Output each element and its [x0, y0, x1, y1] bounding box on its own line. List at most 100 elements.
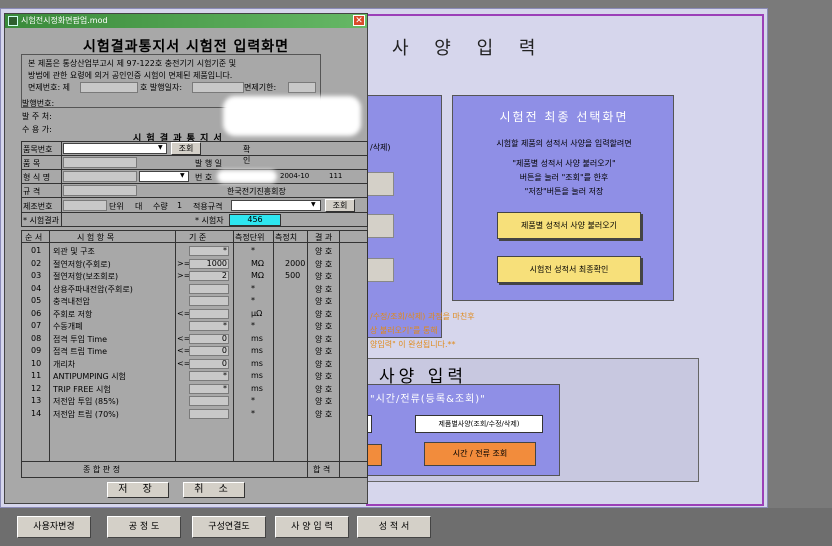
total-result: 합 격: [313, 465, 331, 474]
row-result: 양 호: [315, 284, 333, 294]
cancel-button[interactable]: 취 소: [183, 482, 245, 498]
mfg-no-field[interactable]: [63, 200, 107, 211]
row-item: ANTIPUMPING 시험: [53, 372, 126, 381]
chevron-down-icon[interactable]: ▼: [180, 172, 185, 179]
grid-line: [21, 169, 368, 170]
product-lookup-button[interactable]: 조회: [171, 142, 201, 155]
table-col-line: [339, 230, 340, 478]
stub-orange-button[interactable]: [366, 444, 382, 466]
row-std-field[interactable]: [189, 296, 229, 306]
issue-date-label: 발 행 일: [195, 159, 223, 168]
page-title: 사 양 입 력: [392, 38, 546, 59]
row-result: 양 호: [315, 272, 333, 281]
modify-button[interactable]: [366, 214, 394, 238]
tester-label: * 시험자: [195, 216, 224, 225]
row-std: 0: [221, 358, 227, 368]
row-item: 저전압 투입 (85%): [53, 397, 119, 406]
row-result: 양 호: [315, 297, 333, 306]
row-std: *: [223, 371, 227, 380]
table-col-line: [175, 230, 176, 461]
exempt-no-label: 면제번호: 제: [28, 83, 71, 92]
spec-register-label: /삭제): [370, 143, 391, 152]
exempt-issue-date-field[interactable]: [192, 82, 244, 93]
row-std: 1000: [206, 258, 227, 268]
row-result: 양 호: [315, 384, 333, 394]
confirm-label: 확 인: [243, 145, 291, 165]
model-label: 형 식 명: [23, 173, 51, 182]
row-item: 접격 투입 Time: [53, 334, 108, 344]
exempt-period-field[interactable]: [288, 82, 316, 93]
mfg-no-label: 제조번호: [23, 202, 53, 211]
row-result: 양 호: [315, 372, 333, 381]
row-no: 06: [31, 308, 42, 318]
std-lookup-button[interactable]: 조회: [325, 199, 355, 212]
row-no: 08: [31, 333, 42, 343]
row-result: 양 호: [315, 409, 333, 419]
final-selection-title: 시험전 최종 선택화면: [499, 110, 629, 124]
std-label: 적용규격: [193, 202, 223, 211]
row-no: 11: [31, 371, 42, 380]
spec-input-button[interactable]: 사 양 입 력: [275, 516, 349, 538]
row-std-field[interactable]: [189, 308, 229, 319]
redacted-blob: [223, 96, 361, 136]
tester-field[interactable]: 456: [229, 214, 281, 226]
spec-field[interactable]: [63, 185, 137, 196]
col-header-unit: 측정단위: [235, 233, 265, 242]
row-no: 13: [31, 396, 42, 405]
row-std-field[interactable]: [189, 408, 229, 419]
number-suffix: 111: [329, 172, 343, 180]
row-std-field[interactable]: [189, 396, 229, 406]
final-confirm-button[interactable]: 시험전 성적서 최종확인: [497, 256, 641, 283]
final-selection-panel: 시험전 최종 선택화면 시험할 제품의 성적서 사양을 입력할려면 "제품별 성…: [452, 95, 674, 301]
product-no-select[interactable]: [63, 143, 167, 154]
notice-line-1: 본 제품은 통상산업부고시 제 97-122호 충전기기 시험기준 및: [28, 59, 237, 68]
recipient-label: 수 용 가:: [22, 125, 52, 134]
row-no: 01: [31, 246, 42, 255]
std-select[interactable]: [231, 200, 321, 211]
row-unit: μΩ: [251, 308, 263, 318]
product-field[interactable]: [63, 157, 137, 168]
time-current-lookup-button[interactable]: 시간 / 전류 조회: [424, 442, 536, 466]
row-item: 저전압 트립 (70%): [53, 409, 119, 419]
delete-button[interactable]: [366, 258, 394, 282]
final-instruction-4: "저장"버튼을 눌러 저장: [524, 187, 604, 196]
change-user-button[interactable]: 사용자변경: [17, 516, 91, 538]
row-std-field[interactable]: [189, 283, 229, 294]
row-item: 수동개폐: [53, 322, 83, 331]
qty-unit-label: 대: [135, 202, 143, 211]
chevron-down-icon[interactable]: ▼: [311, 201, 316, 208]
number-label: 번 호: [195, 173, 213, 182]
chevron-down-icon[interactable]: ▼: [158, 144, 163, 151]
row-no: 03: [31, 271, 42, 280]
product-label: 품 목: [23, 159, 41, 168]
row-result: 양 호: [315, 359, 333, 369]
table-col-line: [273, 230, 274, 461]
row-no: 04: [31, 283, 42, 293]
qty-value: 1: [177, 201, 183, 210]
load-spec-button[interactable]: 제품별 성적서 사양 불러오기: [497, 212, 641, 239]
col-header-no: 순 서: [25, 233, 43, 242]
row-no: 05: [31, 296, 42, 305]
model-field[interactable]: [63, 171, 137, 182]
dialog-titlebar[interactable]: 시험전시정화면팝업.mod ✕: [5, 14, 367, 28]
orange-note-2: 상 불러오기"를 통해: [370, 326, 438, 335]
form-title: 시험결과통지서 시험전 입력화면: [82, 39, 290, 55]
report-button[interactable]: 성 적 서: [357, 516, 431, 538]
redacted-number: [217, 170, 277, 183]
orange-note-1: /수정/조회/삭제) 과정을 마친후: [370, 312, 475, 321]
col-header-val: 측정치: [275, 233, 298, 242]
register-button[interactable]: [366, 172, 394, 196]
row-unit: *: [251, 396, 255, 405]
connection-diagram-button[interactable]: 구성연결도: [192, 516, 266, 538]
save-button[interactable]: 저 장: [107, 482, 169, 498]
close-icon[interactable]: ✕: [353, 15, 365, 26]
unit-label: 단위: [109, 202, 124, 211]
product-spec-button[interactable]: 제품별사양(조회/수정/삭제): [415, 415, 543, 433]
grid-line: [61, 141, 62, 227]
row-std: 0: [221, 346, 227, 355]
exempt-no-field[interactable]: [80, 82, 138, 93]
row-value: 2000: [285, 258, 306, 268]
row-unit: *: [251, 296, 255, 305]
row-item: 외관 및 구조: [53, 247, 95, 256]
process-chart-button[interactable]: 공 정 도: [107, 516, 181, 538]
